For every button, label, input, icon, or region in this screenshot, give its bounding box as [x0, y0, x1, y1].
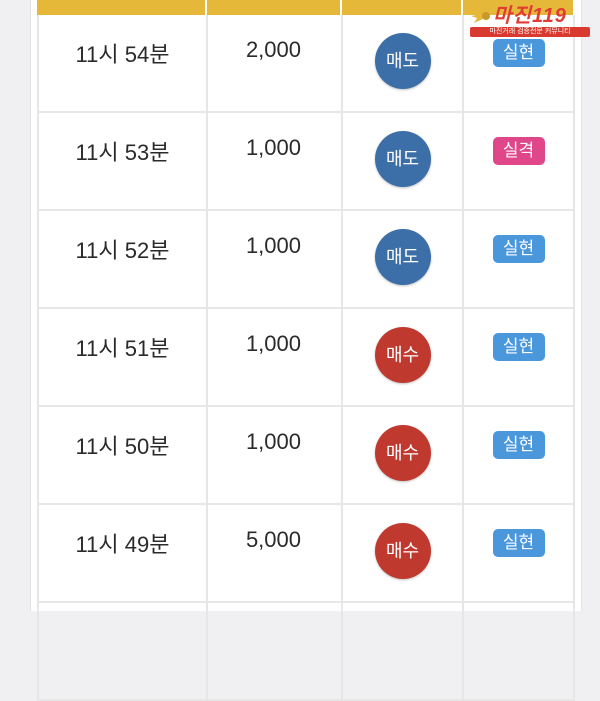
side-cell: 매도	[341, 209, 464, 309]
trade-side-buy-button[interactable]: 매수	[374, 523, 431, 579]
result-badge: 실현	[492, 431, 545, 459]
trade-side-sell-button[interactable]: 매도	[374, 229, 431, 285]
result-badge: 실현	[492, 235, 545, 263]
time-cell: 11시 51분	[37, 307, 208, 407]
trade-side-buy-button[interactable]: 매수	[374, 327, 431, 383]
trade-amount: 1,000	[245, 331, 301, 356]
trade-side-buy-button[interactable]: 매수	[374, 425, 431, 481]
side-cell: 매수	[341, 503, 464, 603]
side-cell: 매도	[341, 111, 464, 211]
table-row: 11시 52분 1,000 매도 실현	[37, 209, 575, 309]
result-badge: 실현	[492, 39, 545, 67]
trade-side-sell-button[interactable]: 매도	[374, 33, 431, 89]
result-badge: 실현	[492, 333, 545, 361]
trade-amount: 1,000	[245, 429, 301, 454]
result-cell: 실현	[462, 405, 575, 505]
trade-amount: 1,000	[245, 135, 301, 160]
trade-time: 11시 52분	[75, 238, 170, 263]
logo-title: 마진119	[493, 5, 567, 27]
header-divider	[205, 0, 207, 15]
time-cell: 11시 49분	[37, 503, 208, 603]
result-badge: 실현	[492, 529, 545, 557]
result-badge: 실격	[492, 137, 545, 165]
table-row	[37, 601, 575, 701]
table-row: 11시 49분 5,000 매수 실현	[37, 503, 575, 603]
time-cell: 11시 50분	[37, 405, 208, 505]
result-cell: 실격	[462, 111, 575, 211]
amount-cell	[206, 601, 343, 701]
amount-cell: 2,000	[206, 15, 343, 113]
trade-amount: 5,000	[245, 527, 301, 552]
amount-cell: 1,000	[206, 405, 343, 505]
result-cell: 실현	[462, 307, 575, 407]
trade-time: 11시 51분	[75, 336, 170, 361]
amount-cell: 1,000	[206, 307, 343, 407]
amount-cell: 5,000	[206, 503, 343, 603]
amount-cell: 1,000	[206, 209, 343, 309]
result-cell	[462, 601, 575, 701]
time-cell: 11시 53분	[37, 111, 208, 211]
trade-time: 11시 50분	[75, 434, 170, 459]
trade-time: 11시 54분	[75, 42, 170, 67]
logo-subtitle: 마진거래 검증전문 커뮤니티	[470, 27, 590, 37]
side-cell	[341, 601, 464, 701]
trade-side-sell-button[interactable]: 매도	[374, 131, 431, 187]
side-cell: 매수	[341, 405, 464, 505]
result-cell: 실현	[462, 503, 575, 603]
table-row: 11시 50분 1,000 매수 실현	[37, 405, 575, 505]
header-divider	[340, 0, 342, 15]
header-divider	[461, 0, 463, 15]
trade-table: 11시 54분 2,000 매도 실현 11시 53분 1,000 매도 실격 …	[37, 15, 575, 701]
amount-cell: 1,000	[206, 111, 343, 211]
time-cell: 11시 54분	[37, 15, 208, 113]
trade-amount: 2,000	[245, 37, 301, 62]
trade-amount: 1,000	[245, 233, 301, 258]
trade-time: 11시 53분	[75, 140, 170, 165]
side-cell: 매도	[341, 15, 464, 113]
side-cell: 매수	[341, 307, 464, 407]
time-cell	[37, 601, 208, 701]
result-cell: 실현	[462, 209, 575, 309]
table-row: 11시 53분 1,000 매도 실격	[37, 111, 575, 211]
time-cell: 11시 52분	[37, 209, 208, 309]
trade-time: 11시 49분	[75, 532, 170, 557]
table-row: 11시 51분 1,000 매수 실현	[37, 307, 575, 407]
site-logo: 마진119 마진거래 검증전문 커뮤니티	[468, 4, 592, 37]
